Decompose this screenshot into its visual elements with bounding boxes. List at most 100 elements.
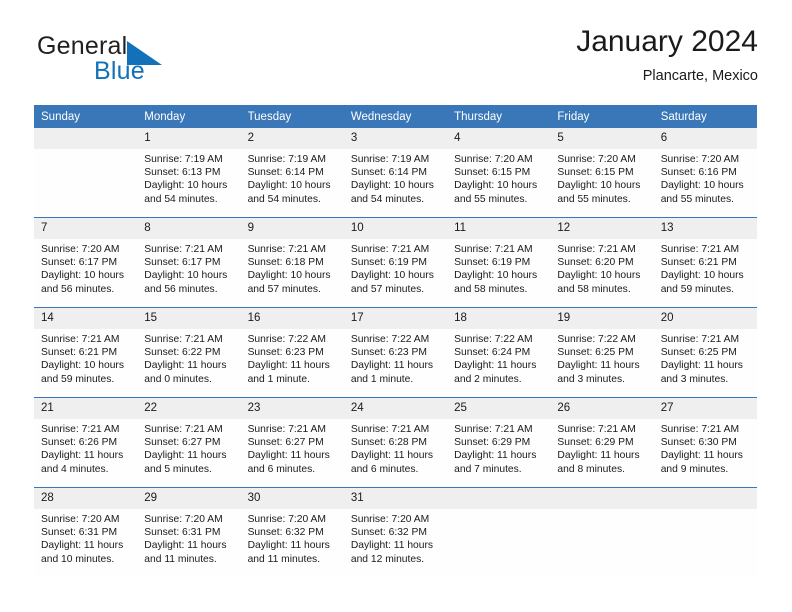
day-details: Sunrise: 7:19 AM Sunset: 6:13 PM Daylight:… bbox=[137, 149, 240, 206]
calendar-day-cell[interactable]: 18 Sunrise: 7:22 AM Sunset: 6:24 PM Dayligh… bbox=[447, 307, 551, 398]
daylight-text-line2: and 59 minutes. bbox=[41, 373, 115, 385]
daylight-text-line1: Daylight: 11 hours bbox=[41, 450, 124, 462]
day-details: Sunrise: 7:21 AM Sunset: 6:26 PM Daylight:… bbox=[34, 419, 137, 476]
day-cell-inner: 13 Sunrise: 7:21 AM Sunset: 6:21 PM Dayligh… bbox=[653, 218, 757, 307]
calendar-day-cell[interactable]: 3 Sunrise: 7:19 AM Sunset: 6:14 PM Daylight… bbox=[343, 128, 448, 218]
day-cell-inner: 15 Sunrise: 7:21 AM Sunset: 6:22 PM Dayligh… bbox=[137, 308, 241, 397]
calendar-day-cell[interactable]: 4 Sunrise: 7:20 AM Sunset: 6:15 PM Daylight… bbox=[447, 128, 551, 218]
daylight-text-line2: and 2 minutes. bbox=[454, 373, 522, 385]
calendar-day-cell[interactable]: 19 Sunrise: 7:22 AM Sunset: 6:25 PM Dayligh… bbox=[550, 307, 654, 398]
page-header: General Blue January 2024 Plancarte, Mex… bbox=[34, 25, 758, 94]
day-cell-inner: 1 Sunrise: 7:19 AM Sunset: 6:13 PM Daylight… bbox=[137, 128, 241, 217]
calendar-day-cell[interactable]: 8 Sunrise: 7:21 AM Sunset: 6:17 PM Daylight… bbox=[137, 217, 241, 308]
day-details: Sunrise: 7:20 AM Sunset: 6:17 PM Daylight:… bbox=[34, 239, 137, 296]
daylight-text-line2: and 11 minutes. bbox=[144, 553, 217, 565]
daylight-text-line1: Daylight: 11 hours bbox=[247, 540, 330, 552]
day-cell-inner: 8 Sunrise: 7:21 AM Sunset: 6:17 PM Daylight… bbox=[137, 218, 241, 307]
calendar-grid: Sunday Monday Tuesday Wednesday Thursday… bbox=[34, 105, 757, 577]
calendar-day-cell[interactable]: 10 Sunrise: 7:21 AM Sunset: 6:19 PM Dayligh… bbox=[343, 217, 448, 308]
calendar-day-cell[interactable]: 27 Sunrise: 7:21 AM Sunset: 6:30 PM Dayligh… bbox=[653, 397, 757, 488]
daylight-text-line1: Daylight: 11 hours bbox=[41, 540, 124, 552]
calendar-week-row: 1 Sunrise: 7:19 AM Sunset: 6:13 PM Daylight… bbox=[34, 128, 757, 218]
daylight-text-line2: and 7 minutes. bbox=[454, 463, 522, 475]
day-number: 1 bbox=[137, 128, 241, 149]
calendar-empty-cell bbox=[34, 128, 138, 218]
calendar-day-cell[interactable]: 14 Sunrise: 7:21 AM Sunset: 6:21 PM Dayligh… bbox=[34, 307, 138, 398]
calendar-day-cell[interactable]: 15 Sunrise: 7:21 AM Sunset: 6:22 PM Dayligh… bbox=[137, 307, 241, 398]
brand-logo[interactable]: General Blue bbox=[34, 28, 244, 90]
calendar-day-cell[interactable]: 26 Sunrise: 7:21 AM Sunset: 6:29 PM Dayligh… bbox=[550, 397, 654, 488]
calendar-day-cell[interactable]: 21 Sunrise: 7:21 AM Sunset: 6:26 PM Dayligh… bbox=[34, 397, 138, 488]
day-cell-inner: 29 Sunrise: 7:20 AM Sunset: 6:31 PM Dayligh… bbox=[137, 488, 241, 577]
calendar-day-cell[interactable]: 9 Sunrise: 7:21 AM Sunset: 6:18 PM Daylight… bbox=[240, 217, 344, 308]
calendar-week-row: 7 Sunrise: 7:20 AM Sunset: 6:17 PM Daylight… bbox=[34, 217, 757, 308]
daylight-text-line1: Daylight: 11 hours bbox=[350, 450, 434, 462]
calendar-day-cell[interactable]: 1 Sunrise: 7:19 AM Sunset: 6:13 PM Daylight… bbox=[137, 128, 241, 218]
day-details: Sunrise: 7:21 AM Sunset: 6:27 PM Daylight:… bbox=[241, 419, 344, 476]
sunrise-text: Sunrise: 7:19 AM bbox=[247, 154, 326, 165]
day-cell-inner: 22 Sunrise: 7:21 AM Sunset: 6:27 PM Dayligh… bbox=[137, 398, 241, 487]
sunset-text: Sunset: 6:24 PM bbox=[454, 347, 531, 359]
sunrise-text: Sunrise: 7:20 AM bbox=[144, 514, 223, 525]
calendar-day-cell[interactable]: 11 Sunrise: 7:21 AM Sunset: 6:19 PM Dayligh… bbox=[447, 217, 551, 308]
daylight-text-line1: Daylight: 11 hours bbox=[144, 360, 227, 372]
sunset-text: Sunset: 6:27 PM bbox=[247, 437, 324, 449]
calendar-day-cell[interactable]: 31 Sunrise: 7:20 AM Sunset: 6:32 PM Dayligh… bbox=[343, 487, 448, 577]
day-details: Sunrise: 7:21 AM Sunset: 6:28 PM Daylight:… bbox=[344, 419, 447, 476]
sunset-text: Sunset: 6:19 PM bbox=[350, 257, 427, 269]
day-details: Sunrise: 7:21 AM Sunset: 6:25 PM Daylight:… bbox=[654, 329, 757, 386]
calendar-day-cell[interactable]: 28 Sunrise: 7:20 AM Sunset: 6:31 PM Dayligh… bbox=[34, 487, 138, 577]
sunrise-text: Sunrise: 7:21 AM bbox=[247, 424, 326, 435]
calendar-day-cell[interactable]: 16 Sunrise: 7:22 AM Sunset: 6:23 PM Dayligh… bbox=[240, 307, 344, 398]
daylight-text-line1: Daylight: 11 hours bbox=[454, 360, 537, 372]
calendar-day-cell[interactable]: 5 Sunrise: 7:20 AM Sunset: 6:15 PM Daylight… bbox=[550, 128, 654, 218]
sunrise-text: Sunrise: 7:19 AM bbox=[350, 154, 430, 165]
daylight-text-line1: Daylight: 11 hours bbox=[247, 450, 330, 462]
calendar-day-cell[interactable]: 30 Sunrise: 7:20 AM Sunset: 6:32 PM Dayligh… bbox=[240, 487, 344, 577]
calendar-day-cell[interactable]: 13 Sunrise: 7:21 AM Sunset: 6:21 PM Dayligh… bbox=[653, 217, 757, 308]
daylight-text-line1: Daylight: 11 hours bbox=[144, 540, 227, 552]
sunrise-text: Sunrise: 7:21 AM bbox=[660, 334, 740, 345]
day-details: Sunrise: 7:19 AM Sunset: 6:14 PM Daylight:… bbox=[344, 149, 447, 206]
daylight-text-line1: Daylight: 10 hours bbox=[350, 270, 434, 282]
calendar-header-row: Sunday Monday Tuesday Wednesday Thursday… bbox=[34, 105, 757, 128]
day-number: 5 bbox=[550, 128, 654, 149]
sunrise-text: Sunrise: 7:21 AM bbox=[41, 334, 120, 345]
title-block: January 2024 Plancarte, Mexico bbox=[576, 22, 758, 87]
day-cell-inner: 20 Sunrise: 7:21 AM Sunset: 6:25 PM Dayligh… bbox=[653, 308, 757, 397]
daylight-text-line2: and 10 minutes. bbox=[41, 553, 115, 565]
daylight-text-line2: and 56 minutes. bbox=[144, 283, 218, 295]
day-cell-inner: 9 Sunrise: 7:21 AM Sunset: 6:18 PM Daylight… bbox=[240, 218, 344, 307]
calendar-week-row: 28 Sunrise: 7:20 AM Sunset: 6:31 PM Dayligh… bbox=[34, 487, 757, 577]
calendar-body: 1 Sunrise: 7:19 AM Sunset: 6:13 PM Daylight… bbox=[34, 128, 757, 577]
calendar-day-cell[interactable]: 6 Sunrise: 7:20 AM Sunset: 6:16 PM Daylight… bbox=[653, 128, 757, 218]
daylight-text-line2: and 9 minutes. bbox=[660, 463, 729, 475]
daylight-text-line2: and 5 minutes. bbox=[144, 463, 212, 475]
calendar-day-cell[interactable]: 22 Sunrise: 7:21 AM Sunset: 6:27 PM Dayligh… bbox=[137, 397, 241, 488]
calendar-day-cell[interactable]: 29 Sunrise: 7:20 AM Sunset: 6:31 PM Dayligh… bbox=[137, 487, 241, 577]
day-cell-inner: 23 Sunrise: 7:21 AM Sunset: 6:27 PM Dayligh… bbox=[240, 398, 344, 487]
calendar-day-cell[interactable]: 17 Sunrise: 7:22 AM Sunset: 6:23 PM Dayligh… bbox=[343, 307, 448, 398]
day-cell-inner: 27 Sunrise: 7:21 AM Sunset: 6:30 PM Dayligh… bbox=[653, 398, 757, 487]
calendar-day-cell[interactable]: 25 Sunrise: 7:21 AM Sunset: 6:29 PM Dayligh… bbox=[447, 397, 551, 488]
sunset-text: Sunset: 6:13 PM bbox=[144, 167, 221, 179]
calendar-day-cell[interactable]: 12 Sunrise: 7:21 AM Sunset: 6:20 PM Dayligh… bbox=[550, 217, 654, 308]
calendar-day-cell[interactable]: 7 Sunrise: 7:20 AM Sunset: 6:17 PM Daylight… bbox=[34, 217, 138, 308]
sunset-text: Sunset: 6:14 PM bbox=[350, 167, 427, 179]
day-number: 19 bbox=[550, 308, 654, 329]
day-number: 14 bbox=[34, 308, 138, 329]
calendar-day-cell[interactable]: 2 Sunrise: 7:19 AM Sunset: 6:14 PM Daylight… bbox=[240, 128, 344, 218]
calendar-day-cell[interactable]: 23 Sunrise: 7:21 AM Sunset: 6:27 PM Dayligh… bbox=[240, 397, 344, 488]
calendar-day-cell[interactable]: 20 Sunrise: 7:21 AM Sunset: 6:25 PM Dayligh… bbox=[653, 307, 757, 398]
day-cell-inner: 2 Sunrise: 7:19 AM Sunset: 6:14 PM Daylight… bbox=[240, 128, 344, 217]
calendar-day-cell[interactable]: 24 Sunrise: 7:21 AM Sunset: 6:28 PM Dayligh… bbox=[343, 397, 448, 488]
sunrise-text: Sunrise: 7:21 AM bbox=[557, 244, 636, 255]
day-cell-inner: 18 Sunrise: 7:22 AM Sunset: 6:24 PM Dayligh… bbox=[447, 308, 551, 397]
sunrise-text: Sunrise: 7:21 AM bbox=[350, 424, 430, 435]
day-number: 23 bbox=[240, 398, 344, 419]
day-details: Sunrise: 7:20 AM Sunset: 6:31 PM Daylight:… bbox=[34, 509, 137, 566]
sunrise-text: Sunrise: 7:22 AM bbox=[247, 334, 326, 345]
sunrise-text: Sunrise: 7:21 AM bbox=[557, 424, 636, 435]
day-number: 21 bbox=[34, 398, 138, 419]
sunset-text: Sunset: 6:15 PM bbox=[557, 167, 634, 179]
